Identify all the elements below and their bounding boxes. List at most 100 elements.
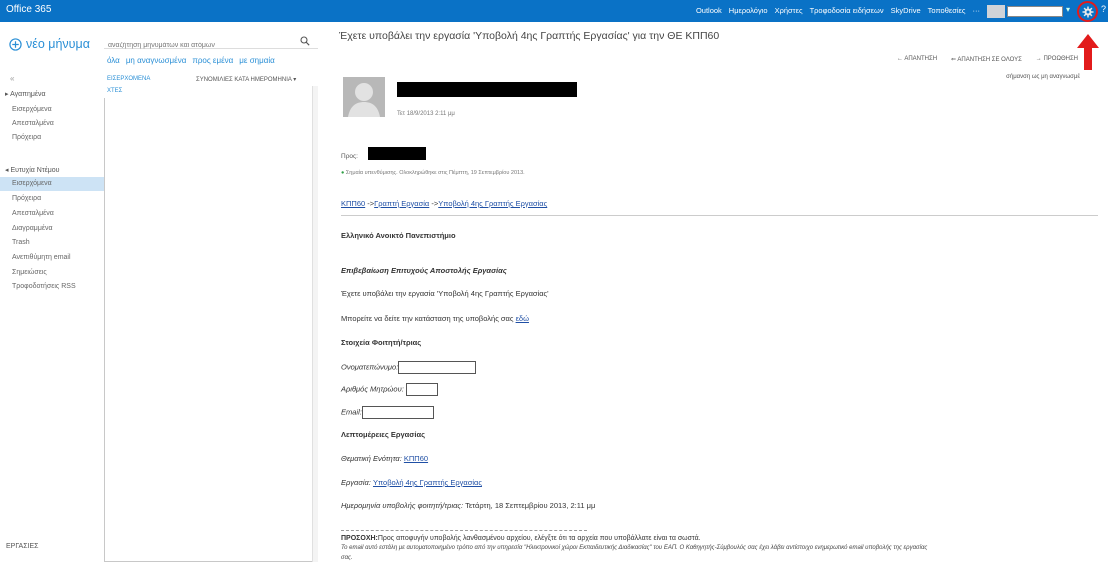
folder-inbox[interactable]: Εισερχόμενα (0, 177, 104, 191)
nav-sites[interactable]: Τοποθεσίες (928, 6, 966, 15)
redacted-sender-name (397, 82, 577, 97)
sort-dropdown[interactable]: ΣΥΝΟΜΙΛΙΕΣ ΚΑΤΑ ΗΜΕΡΟΜΗΝΙΑ ▾ (196, 76, 296, 83)
search-input[interactable] (104, 39, 289, 52)
filter-to-me[interactable]: προς εμένα (192, 56, 233, 65)
top-nav: Outlook Ημερολόγιο Χρήστες Τροφοδοσία ει… (696, 6, 980, 15)
email-field (361, 406, 434, 419)
person-placeholder-icon (348, 83, 380, 117)
reg-label: Αριθμός Μητρώου: (341, 384, 404, 394)
footer-line-1: Το email αυτό εστάλη με αυτοματοποιημένο… (341, 545, 928, 551)
confirm-title: Επιβεβαίωση Επιτυχούς Αποστολής Εργασίας (341, 266, 507, 275)
status-text: Μπορείτε να δείτε την κατάσταση της υποβ… (341, 314, 529, 323)
collapse-pane-button[interactable]: « (10, 74, 14, 83)
breadcrumb-submission[interactable]: Υποβολή 4ης Γραπτής Εργασίας (438, 199, 547, 208)
unit-row: Θεματική Ενότητα: ΚΠΠ60 (341, 454, 428, 463)
reply-button[interactable]: ← ΑΠΑΝΤΗΣΗ (897, 56, 937, 63)
nav-calendar[interactable]: Ημερολόγιο (729, 6, 768, 15)
folder-deleted[interactable]: Διαγραμμένα (0, 222, 104, 236)
email-label: Email: (341, 407, 362, 417)
user-name-field[interactable] (1007, 6, 1063, 17)
plus-circle-icon (9, 37, 22, 51)
date-label: Ημερομηνία υποβολής φοιτητή/τριας: (341, 501, 464, 510)
forward-label: ΠΡΟΩΘΗΣΗ (1043, 56, 1078, 62)
recipient-label: Προς: (341, 153, 358, 160)
nav-outlook[interactable]: Outlook (696, 6, 722, 15)
reply-all-button[interactable]: ⇐ ΑΠΑΝΤΗΣΗ ΣΕ ΟΛΟΥΣ (951, 56, 1022, 63)
forward-button[interactable]: → ΠΡΟΩΘΗΣΗ (1036, 56, 1078, 63)
top-bar: Office 365 Outlook Ημερολόγιο Χρήστες Τρ… (0, 0, 1108, 22)
message-list-pane: όλα μη αναγνωσμένα προς εμένα με σημαία … (104, 22, 320, 562)
folder-trash[interactable]: Trash (0, 236, 104, 250)
filter-unread[interactable]: μη αναγνωσμένα (126, 56, 187, 65)
breadcrumb-course[interactable]: ΚΠΠ60 (341, 199, 365, 208)
help-button[interactable]: ? (1101, 4, 1106, 14)
nav-people[interactable]: Χρήστες (775, 6, 803, 15)
breadcrumb-assignment[interactable]: Γραπτή Εργασία (374, 199, 429, 208)
favorite-inbox[interactable]: Εισερχόμενα (0, 103, 104, 117)
details-header: Λεπτομέρειες Εργασίας (341, 430, 425, 439)
filter-all[interactable]: όλα (107, 56, 120, 65)
folder-sent[interactable]: Απεσταλμένα (0, 207, 104, 221)
list-scrollbar[interactable] (312, 86, 318, 562)
new-message-label: νέο μήνυμα (26, 37, 90, 51)
search-box (104, 34, 318, 52)
student-header: Στοιχεία Φοιτητή/τριας (341, 338, 422, 347)
message-list[interactable] (104, 98, 318, 562)
attention-line: ΠΡΟΣΟΧΗ:Προς αποφυγήν υποβολής λανθασμέν… (341, 535, 701, 542)
reading-pane: Έχετε υποβάλει την εργασία 'Υποβολή 4ης … (327, 22, 1108, 562)
name-row: Ονοματεπώνυμο: (341, 361, 477, 374)
date-row: Ημερομηνία υποβολής φοιτητή/τριας: Τετάρ… (341, 501, 595, 510)
favorites-header[interactable]: ▸ Αγαπημένα (5, 90, 46, 98)
footer-line-2: σας. (341, 555, 353, 561)
folder-notes[interactable]: Σημειώσεις (0, 266, 104, 280)
breadcrumb-sep: -> (429, 199, 439, 208)
list-filters: όλα μη αναγνωσμένα προς εμένα με σημαία (107, 56, 275, 65)
account-header[interactable]: ◂ Ευτυχία Ντέμου (5, 166, 59, 174)
brand-logo[interactable]: Office 365 (6, 4, 51, 15)
new-message-button[interactable]: νέο μήνυμα (9, 37, 90, 51)
folder-drafts[interactable]: Πρόχειρα (0, 192, 104, 206)
list-folder-label: ΕΙΣΕΡΧΟΜΕΝΑ (107, 76, 151, 82)
breadcrumb: ΚΠΠ60 ->Γραπτή Εργασία ->Υποβολή 4ης Γρα… (341, 199, 547, 208)
name-label: Ονοματεπώνυμο: (341, 362, 399, 372)
search-icon[interactable] (300, 36, 310, 46)
nav-newsfeed[interactable]: Τροφοδοσία ειδήσεων (810, 6, 884, 15)
divider (341, 215, 1098, 216)
flag-reminder-text: Σημαία υπενθύμισης. Ολοκληρώθηκε στις Πέ… (345, 170, 525, 176)
dashed-separator (341, 530, 587, 531)
unit-label: Θεματική Ενότητα: (341, 454, 402, 463)
reply-all-label: ΑΠΑΝΤΗΣΗ ΣΕ ΟΛΟΥΣ (957, 57, 1022, 63)
filter-flagged[interactable]: με σημαία (239, 56, 274, 65)
tasks-link[interactable]: ΕΡΓΑΣΙΕΣ (6, 543, 39, 550)
status-link[interactable]: εδώ (516, 314, 529, 323)
settings-button[interactable] (1077, 1, 1098, 22)
message-timestamp: Τετ 18/9/2013 2:11 μμ (397, 111, 455, 117)
sender-avatar (343, 77, 385, 117)
reply-label: ΑΠΑΝΤΗΣΗ (904, 56, 938, 62)
reg-row: Αριθμός Μητρώου: (341, 383, 438, 396)
submitted-text: Έχετε υποβάλει την εργασία 'Υποβολή 4ης … (341, 289, 549, 298)
reg-field (405, 383, 438, 396)
flag-reminder-note: ● Σημαία υπενθύμισης. Ολοκληρώθηκε στις … (341, 170, 525, 176)
nav-more[interactable]: ··· (973, 6, 981, 15)
nav-skydrive[interactable]: SkyDrive (891, 6, 921, 15)
favorite-sent[interactable]: Απεσταλμένα (0, 117, 104, 131)
folder-pane: νέο μήνυμα « ▸ Αγαπημένα Εισερχόμενα Απε… (0, 22, 104, 562)
favorite-drafts[interactable]: Πρόχειρα (0, 131, 104, 145)
attention-label: ΠΡΟΣΟΧΗ: (341, 535, 378, 542)
folder-rss[interactable]: Τροφοδοτήσεις RSS (0, 280, 104, 294)
redacted-recipient (368, 147, 426, 160)
attention-text: Προς αποφυγήν υποβολής λανθασμένου αρχεί… (377, 535, 701, 542)
gear-icon (1082, 6, 1093, 17)
message-actions: ← ΑΠΑΝΤΗΣΗ ⇐ ΑΠΑΝΤΗΣΗ ΣΕ ΟΛΟΥΣ → ΠΡΟΩΘΗΣ… (897, 56, 1078, 63)
user-photo[interactable] (987, 5, 1005, 18)
unit-link[interactable]: ΚΠΠ60 (404, 454, 428, 463)
folder-junk[interactable]: Ανεπιθύμητη email (0, 251, 104, 265)
breadcrumb-sep: -> (365, 199, 375, 208)
work-link[interactable]: Υποβολή 4ης Γραπτής Εργασίας (373, 478, 482, 487)
university-name: Ελληνικό Ανοικτό Πανεπιστήμιο (341, 231, 456, 240)
mark-unread-link[interactable]: σήμανση ως μη αναγνωσμέ (1006, 74, 1080, 80)
chevron-down-icon[interactable]: ▾ (1066, 5, 1070, 14)
date-value: Τετάρτη, 18 Σεπτεμβρίου 2013, 2:11 μμ (465, 501, 596, 510)
message-subject: Έχετε υποβάλει την εργασία 'Υποβολή 4ης … (339, 30, 720, 42)
